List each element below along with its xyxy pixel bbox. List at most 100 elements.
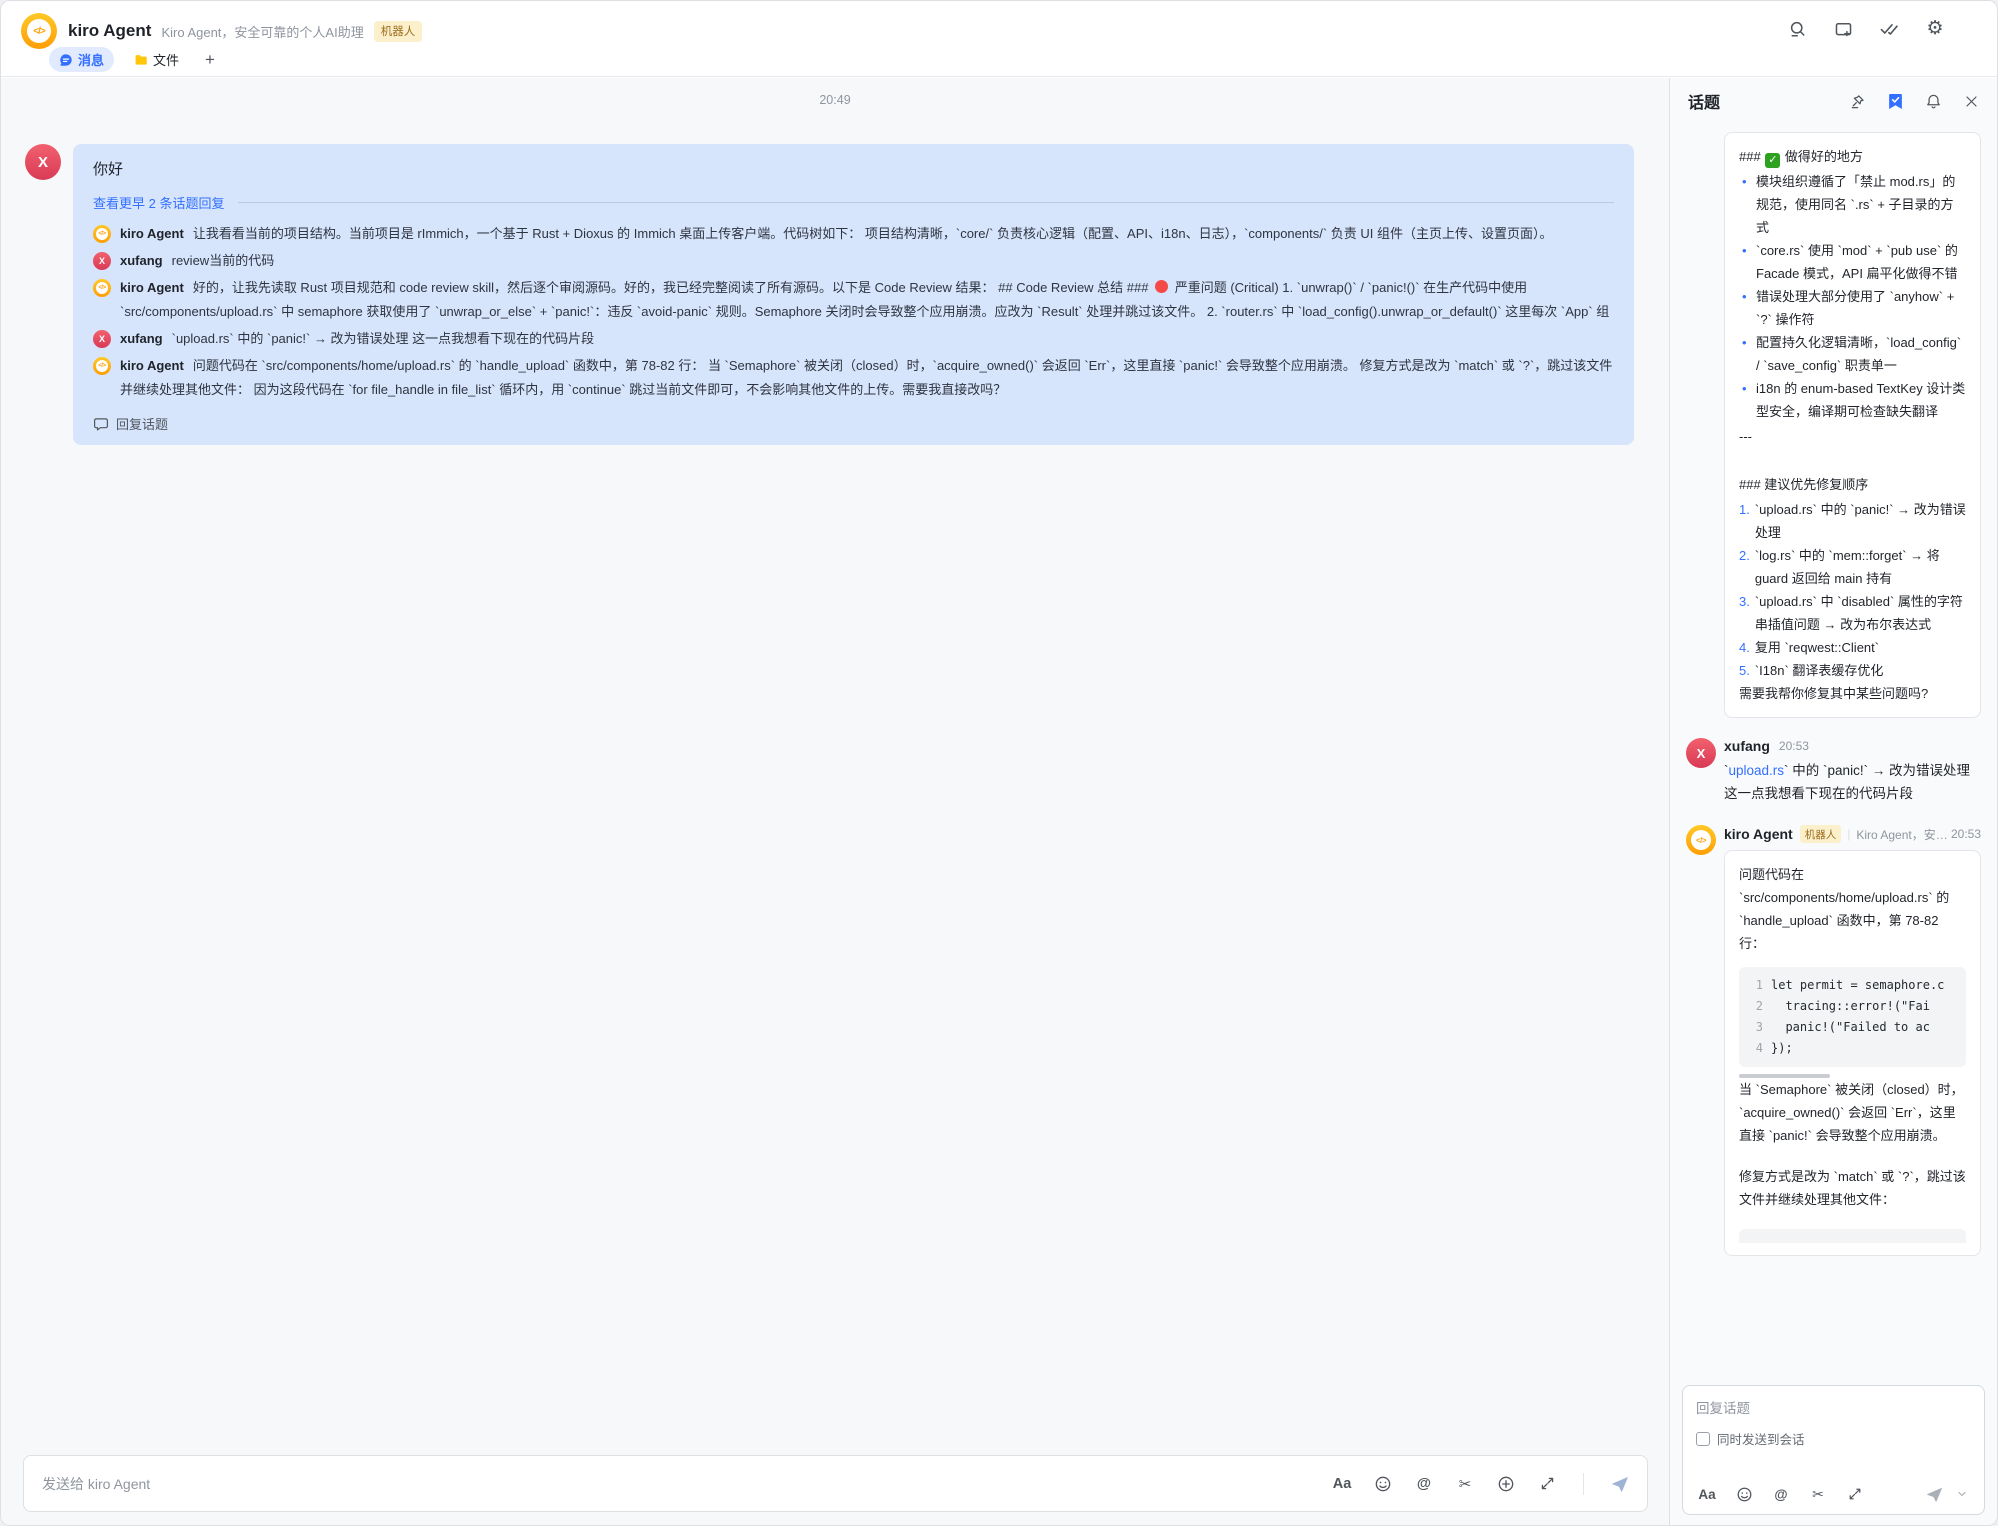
reply-author: kiro Agent <box>120 226 184 241</box>
xufang-mini-avatar: X <box>93 330 111 348</box>
header-top: </> kiro Agent Kiro Agent，安全可靠的个人AI助理 机器… <box>21 13 422 49</box>
list-item: 4.复用 `reqwest::Client` <box>1739 636 1966 659</box>
mention-icon[interactable]: @ <box>1413 1473 1435 1495</box>
expand-icon[interactable] <box>1536 1473 1558 1495</box>
add-tab-button[interactable]: + <box>199 50 221 70</box>
thread-reply-row[interactable]: X xufang`upload.rs` 中的 `panic!` → 改为错误处理… <box>93 327 1614 351</box>
message-input-bar: Aa @ ✂ <box>23 1455 1648 1512</box>
review-message-card: ### ✓ 做得好的地方 模块组织遵循了「禁止 mod.rs」的规范，使用同名 … <box>1724 132 1981 718</box>
kiro-logo-icon: </> <box>27 19 51 43</box>
timestamp: 20:53 <box>1951 827 1981 841</box>
double-check-icon[interactable] <box>1879 19 1899 39</box>
author-name: xufang <box>1724 738 1770 754</box>
thread-reply-row[interactable]: </> kiro Agent问题代码在 `src/components/home… <box>93 354 1614 402</box>
reply-author: kiro Agent <box>120 358 184 373</box>
bot-description: Kiro Agent，安全... <box>1856 826 1948 843</box>
tab-files-label: 文件 <box>153 50 179 69</box>
user-avatar[interactable]: X <box>25 144 61 180</box>
md-heading-fix: ### 建议优先修复顺序 <box>1739 473 1966 496</box>
tab-files[interactable]: 文件 <box>124 47 189 72</box>
message-bubble-icon <box>59 53 73 67</box>
code-block: 1let permit = semaphore.c2 tracing::erro… <box>1739 967 1966 1067</box>
bot-badge: 机器人 <box>1800 825 1842 843</box>
reply-author: xufang <box>120 331 163 346</box>
tab-messages[interactable]: 消息 <box>49 47 114 72</box>
thread-reply-input[interactable]: 回复话题 <box>1696 1397 1971 1417</box>
search-icon[interactable] <box>1787 19 1807 39</box>
header-pipe: | <box>1847 827 1850 841</box>
thread-panel-actions <box>1848 92 1980 110</box>
pin-to-chat-icon[interactable] <box>1848 92 1866 110</box>
clipped-code-block <box>1739 1229 1966 1243</box>
page-title: kiro Agent <box>68 21 151 41</box>
chat-area: 20:49 X 你好 查看更早 2 条话题回复 </> kiro Agent让我… <box>1 78 1669 1525</box>
timestamp: 20:53 <box>1779 739 1809 753</box>
thread-reply-row[interactable]: X xufangreview当前的代码 <box>93 249 1614 273</box>
message-header: kiro Agent 机器人 | Kiro Agent，安全... 20:53 <box>1724 825 1981 843</box>
message-card: 你好 查看更早 2 条话题回复 </> kiro Agent让我看看当前的项目结… <box>73 144 1634 445</box>
thread-reply-box: 回复话题 同时发送到会话 Aa @ ✂ <box>1682 1385 1985 1515</box>
send-icon[interactable] <box>1923 1483 1945 1505</box>
xufang-avatar[interactable]: X <box>1686 738 1716 768</box>
kiro-mini-avatar: </> <box>93 357 111 375</box>
toolbar-divider <box>1583 1473 1584 1495</box>
input-toolbar: Aa @ ✂ <box>1331 1473 1631 1495</box>
mention-icon[interactable]: @ <box>1770 1483 1792 1505</box>
red-circle-emoji <box>1155 280 1168 293</box>
list-item: 5.`I18n` 翻译表缓存优化 <box>1739 659 1966 682</box>
scissors-icon[interactable]: ✂ <box>1807 1483 1829 1505</box>
file-link[interactable]: upload.rs <box>1729 763 1785 778</box>
text-format-icon[interactable]: Aa <box>1696 1483 1718 1505</box>
message-header: xufang 20:53 <box>1724 738 1981 754</box>
kiro-avatar[interactable]: </> <box>1686 825 1716 855</box>
list-item: 3.`upload.rs` 中 `disabled` 属性的字符串插值问题 → … <box>1739 590 1966 636</box>
scissors-icon[interactable]: ✂ <box>1454 1473 1476 1495</box>
chat-tabs: 消息 文件 + <box>49 47 221 72</box>
reply-text: 问题代码在 `src/components/home/upload.rs` 的 … <box>120 358 1612 397</box>
tab-messages-label: 消息 <box>78 50 104 69</box>
checkbox-label: 同时发送到会话 <box>1717 1429 1805 1448</box>
send-icon[interactable] <box>1609 1473 1631 1495</box>
reply-thread-button[interactable]: 回复话题 <box>93 414 168 433</box>
reply-text: 好的，让我先读取 Rust 项目规范和 code review skill，然后… <box>193 280 1152 295</box>
list-item: 模块组织遵循了「禁止 mod.rs」的规范，使用同名 `.rs` + 子目录的方… <box>1739 170 1966 239</box>
paragraph: 问题代码在 `src/components/home/upload.rs` 的 … <box>1739 863 1966 955</box>
good-points-list: 模块组织遵循了「禁止 mod.rs」的规范，使用同名 `.rs` + 子目录的方… <box>1739 170 1966 423</box>
window-plus-icon[interactable] <box>1833 19 1853 39</box>
send-options-caret-icon[interactable] <box>1951 1483 1973 1505</box>
thread-reply-toolbar: Aa @ ✂ <box>1696 1483 1973 1505</box>
kiro-mini-avatar: </> <box>93 279 111 297</box>
view-earlier-replies-link[interactable]: 查看更早 2 条话题回复 <box>93 193 224 212</box>
thread-message-xufang: X xufang 20:53 `upload.rs` 中的 `panic!` →… <box>1686 738 1981 805</box>
text-format-icon[interactable]: Aa <box>1331 1473 1353 1495</box>
chat-bubble-icon <box>93 416 109 432</box>
md-divider: --- <box>1739 425 1966 448</box>
thread-panel-body: ### ✓ 做得好的地方 模块组织遵循了「禁止 mod.rs」的规范，使用同名 … <box>1670 124 1997 1377</box>
thread-reply-row[interactable]: </> kiro Agent 好的，让我先读取 Rust 项目规范和 code r… <box>93 276 1614 324</box>
message-input[interactable] <box>42 1476 1331 1492</box>
thread-message-kiro: </> kiro Agent 机器人 | Kiro Agent，安全... 20… <box>1686 825 1981 1256</box>
kiro-agent-avatar[interactable]: </> <box>21 13 57 49</box>
plus-circle-icon[interactable] <box>1495 1473 1517 1495</box>
reply-text: review当前的代码 <box>172 253 275 268</box>
bookmark-subscribed-icon[interactable] <box>1886 92 1904 110</box>
reply-thread-label: 回复话题 <box>116 414 168 433</box>
notification-bell-icon[interactable] <box>1924 92 1942 110</box>
closing-question: 需要我帮你修复其中某些问题吗? <box>1739 682 1966 705</box>
checkbox-icon[interactable] <box>1696 1432 1710 1446</box>
thread-reply-row[interactable]: </> kiro Agent 让我看看当前的项目结构。当前项目是 rImmich，… <box>93 222 1614 246</box>
also-send-to-chat-checkbox[interactable]: 同时发送到会话 <box>1696 1429 1971 1448</box>
close-icon[interactable] <box>1962 92 1980 110</box>
expand-icon[interactable] <box>1844 1483 1866 1505</box>
message-text: `upload.rs` 中的 `panic!` → 改为错误处理 这一点我想看下… <box>1724 759 1981 805</box>
kiro-mini-avatar: </> <box>93 225 111 243</box>
kiro-reply-card: 问题代码在 `src/components/home/upload.rs` 的 … <box>1724 850 1981 1256</box>
reply-author: kiro Agent <box>120 280 184 295</box>
emoji-icon[interactable] <box>1733 1483 1755 1505</box>
list-item: 错误处理大部分使用了 `anyhow` + `?` 操作符 <box>1739 285 1966 331</box>
emoji-icon[interactable] <box>1372 1473 1394 1495</box>
time-divider: 20:49 <box>1 78 1669 107</box>
reply-text: 让我看看当前的项目结构。当前项目是 rImmich，一个基于 Rust + Di… <box>193 226 1553 241</box>
settings-gear-icon[interactable]: ⚙ <box>1925 19 1945 39</box>
thread-panel-header: 话题 <box>1670 78 1997 124</box>
